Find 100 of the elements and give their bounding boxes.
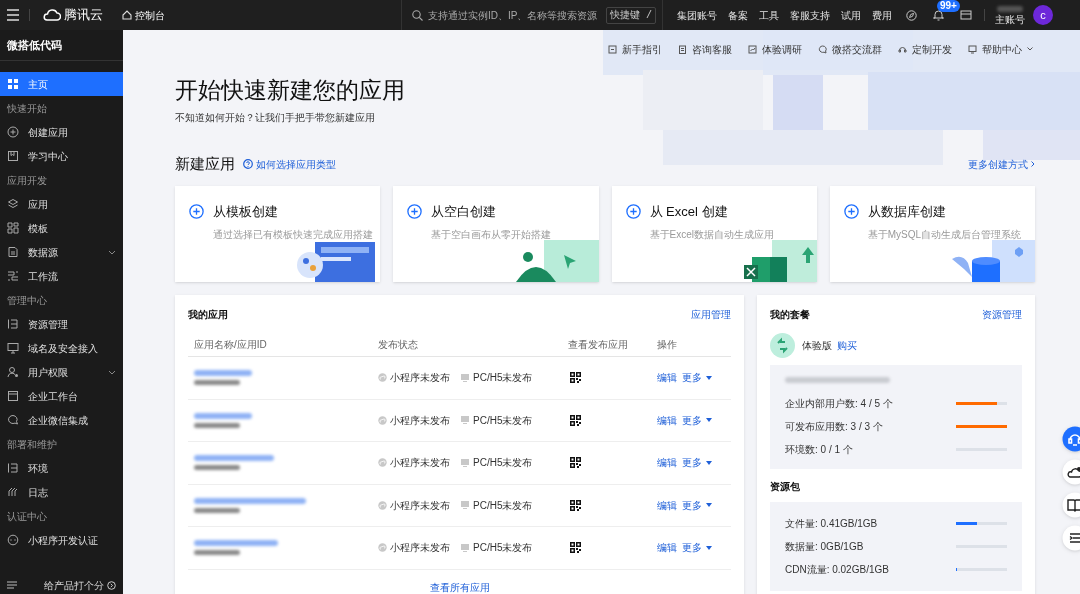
help-link[interactable]: 定制开发 — [898, 41, 952, 57]
qr-code-icon[interactable] — [570, 372, 581, 384]
column-header: 操作 — [657, 339, 677, 350]
edit-link[interactable]: 编辑 — [657, 412, 677, 428]
card-title: 从 Excel 创建 — [649, 203, 728, 221]
edit-link[interactable]: 编辑 — [657, 540, 677, 556]
nav-link[interactable]: 集团账号 — [677, 7, 717, 23]
qr-code-icon[interactable] — [570, 457, 581, 469]
sidebar-item[interactable]: 小程序开发认证 — [0, 528, 123, 552]
nav-link[interactable]: 试用 — [841, 7, 861, 23]
monitor-icon — [968, 44, 977, 54]
user-icon — [7, 366, 19, 378]
list-icon — [7, 462, 19, 474]
layers-icon — [7, 198, 19, 210]
sidebar-item[interactable]: 模板 — [0, 216, 123, 240]
feedback-link[interactable]: 给产品打个分 — [44, 577, 116, 593]
section-header: 快速开始 — [6, 101, 48, 116]
card-description: 基于空白画布从零开始搭建 — [430, 227, 552, 242]
shortcut-hint: 快捷键 / — [606, 6, 656, 24]
monitor-icon — [461, 501, 469, 510]
help-link[interactable]: 微搭交流群 — [818, 41, 882, 57]
caret-down-icon — [706, 545, 712, 550]
sidebar-item[interactable]: 创建应用 — [0, 120, 123, 144]
more-dropdown[interactable]: 更多 — [682, 497, 712, 513]
more-link[interactable]: 更多创建方式 — [968, 156, 1035, 172]
manage-link[interactable]: 资源管理 — [982, 306, 1022, 322]
help-link[interactable]: 如何选择应用类型 — [243, 156, 336, 172]
sidebar-item[interactable]: 数据源 — [0, 240, 123, 264]
miniprogram-icon — [378, 415, 387, 425]
plus-circle-icon — [407, 204, 423, 220]
cloud-logo-icon — [43, 9, 61, 21]
sidebar-item[interactable]: 日志 — [0, 480, 123, 504]
status-text: 小程序未发布 — [390, 456, 450, 471]
help-link[interactable]: 咨询客服 — [678, 41, 732, 57]
sidebar-item[interactable]: 用户权限 — [0, 360, 123, 384]
menu-icon[interactable] — [7, 581, 17, 589]
blurred-app-id — [194, 550, 240, 556]
document-icon — [7, 246, 19, 258]
more-dropdown[interactable]: 更多 — [682, 540, 712, 556]
card-description: 通过选择已有模板快速完成应用搭建 — [212, 227, 373, 242]
sidebar-item[interactable]: 域名及安全接入 — [0, 336, 123, 360]
account-label: 主账号 — [995, 13, 1025, 25]
section-header: 部署和维护 — [6, 437, 58, 452]
list-icon — [7, 318, 19, 330]
blurred-app-id — [194, 422, 240, 428]
help-link[interactable]: 帮助中心 — [968, 41, 1033, 57]
edit-link[interactable]: 编辑 — [657, 497, 677, 513]
section-header: 认证中心 — [6, 509, 48, 524]
sync-badge-icon — [770, 332, 795, 358]
more-dropdown[interactable]: 更多 — [682, 455, 712, 471]
caret-down-icon — [706, 503, 712, 508]
brand-link[interactable]: 腾讯云 — [43, 5, 103, 25]
quota-label: CDN流量: 0.02GB/1GB — [785, 563, 889, 577]
blurred-name — [997, 5, 1023, 12]
section-header: 管理中心 — [6, 293, 48, 308]
sidebar-item[interactable]: 工作流 — [0, 264, 123, 288]
search-icon — [412, 9, 423, 21]
search-field[interactable]: 支持通过实例ID、IP、名称等搜索资源 — [428, 7, 601, 23]
avatar[interactable]: c — [1033, 5, 1053, 25]
nav-link[interactable]: 客服支持 — [790, 7, 830, 23]
compass-icon[interactable] — [906, 9, 917, 21]
bell-icon[interactable] — [933, 9, 944, 21]
console-link[interactable]: 控制台 — [122, 7, 165, 23]
card-description: 基于MySQL自动生成后台管理系统 — [866, 227, 1022, 242]
buy-link[interactable]: 购买 — [837, 337, 857, 353]
nav-link[interactable]: 备案 — [728, 7, 748, 23]
status-text: PC/H5未发布 — [473, 456, 533, 471]
qr-code-icon[interactable] — [570, 499, 581, 511]
edit-link[interactable]: 编辑 — [657, 370, 677, 386]
more-dropdown[interactable]: 更多 — [682, 412, 712, 428]
sidebar-item[interactable]: 企业微信集成 — [0, 408, 123, 432]
blocks-icon — [7, 222, 19, 234]
help-link[interactable]: 新手指引 — [608, 41, 662, 57]
card-icon[interactable] — [960, 9, 972, 21]
plus-circle-icon — [189, 204, 204, 220]
sidebar-item[interactable]: 应用 — [0, 192, 123, 216]
sidebar-item[interactable]: 资源管理 — [0, 312, 123, 336]
qr-code-icon[interactable] — [570, 414, 581, 426]
sidebar-item[interactable]: 企业工作台 — [0, 384, 123, 408]
edit-link[interactable]: 编辑 — [657, 455, 677, 471]
manage-link[interactable]: 应用管理 — [691, 306, 731, 322]
create-card[interactable]: 从空白创建 基于空白画布从零开始搭建 — [393, 186, 599, 282]
menu-icon[interactable] — [6, 9, 20, 21]
quota-label: 企业内部用户数: 4 / 5 个 — [785, 397, 893, 411]
create-card[interactable]: 从 Excel 创建 基于Excel数据自动生成应用 — [611, 186, 817, 282]
chevron-down-icon — [1027, 47, 1033, 51]
help-link[interactable]: 体验调研 — [748, 41, 802, 57]
create-card[interactable]: 从数据库创建 基于MySQL自动生成后台管理系统 — [829, 186, 1035, 282]
card-description: 基于Excel数据自动生成应用 — [648, 227, 774, 242]
monitor-icon — [461, 543, 469, 552]
sidebar-item[interactable]: 学习中心 — [0, 144, 123, 168]
blurred-app-id — [194, 380, 240, 386]
nav-link[interactable]: 费用 — [872, 7, 892, 23]
nav-link[interactable]: 工具 — [759, 7, 779, 23]
qr-code-icon[interactable] — [570, 542, 581, 554]
more-dropdown[interactable]: 更多 — [682, 370, 712, 386]
create-card[interactable]: 从模板创建 通过选择已有模板快速完成应用搭建 — [175, 186, 381, 282]
sidebar-item[interactable]: 环境 — [0, 456, 123, 480]
view-all-link[interactable]: 查看所有应用 — [429, 579, 490, 594]
sidebar-item[interactable]: 主页 — [0, 72, 123, 96]
